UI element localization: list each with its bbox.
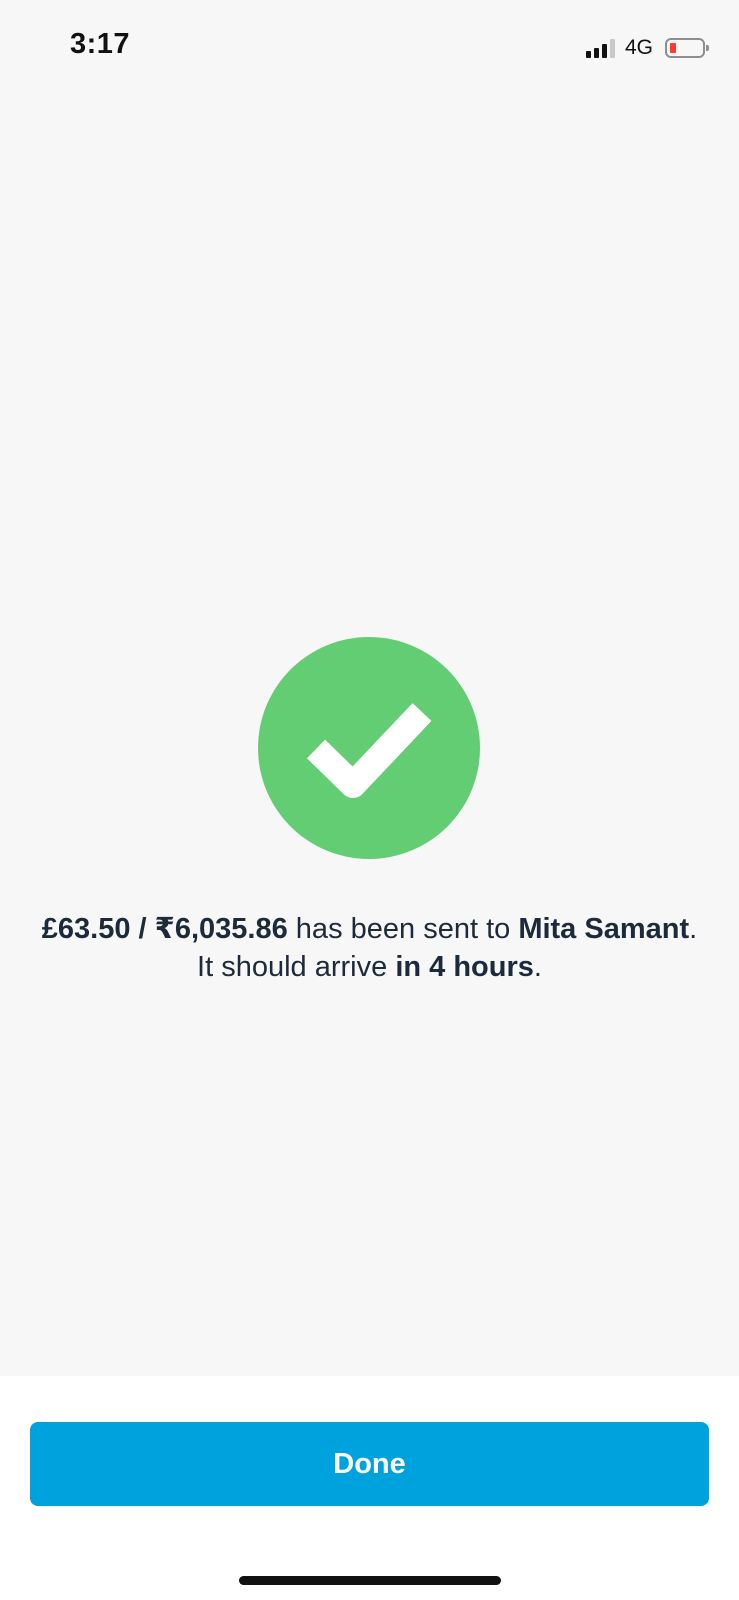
status-bar: 3:17 4G	[0, 0, 739, 96]
confirmation-message: £63.50 / ₹6,035.86 has been sent to Mita…	[40, 910, 699, 986]
amount-separator: /	[130, 913, 155, 945]
network-type-label: 4G	[624, 36, 653, 59]
success-checkmark-icon	[258, 637, 480, 859]
done-button[interactable]: Done	[30, 1422, 709, 1506]
sent-text: has been sent to	[287, 913, 519, 945]
eta-text: in 4 hours	[395, 951, 534, 983]
recipient-name: Mita Samant	[518, 913, 690, 945]
status-time: 3:17	[70, 28, 131, 60]
signal-strength-icon	[585, 38, 615, 58]
status-indicators: 4G	[585, 36, 709, 60]
battery-icon	[665, 38, 709, 58]
amount-gbp: £63.50	[41, 913, 131, 945]
home-indicator[interactable]	[239, 1576, 501, 1585]
amount-inr: ₹6,035.86	[154, 913, 288, 945]
end-text: .	[533, 951, 542, 983]
bottom-panel: Done	[0, 1376, 739, 1600]
